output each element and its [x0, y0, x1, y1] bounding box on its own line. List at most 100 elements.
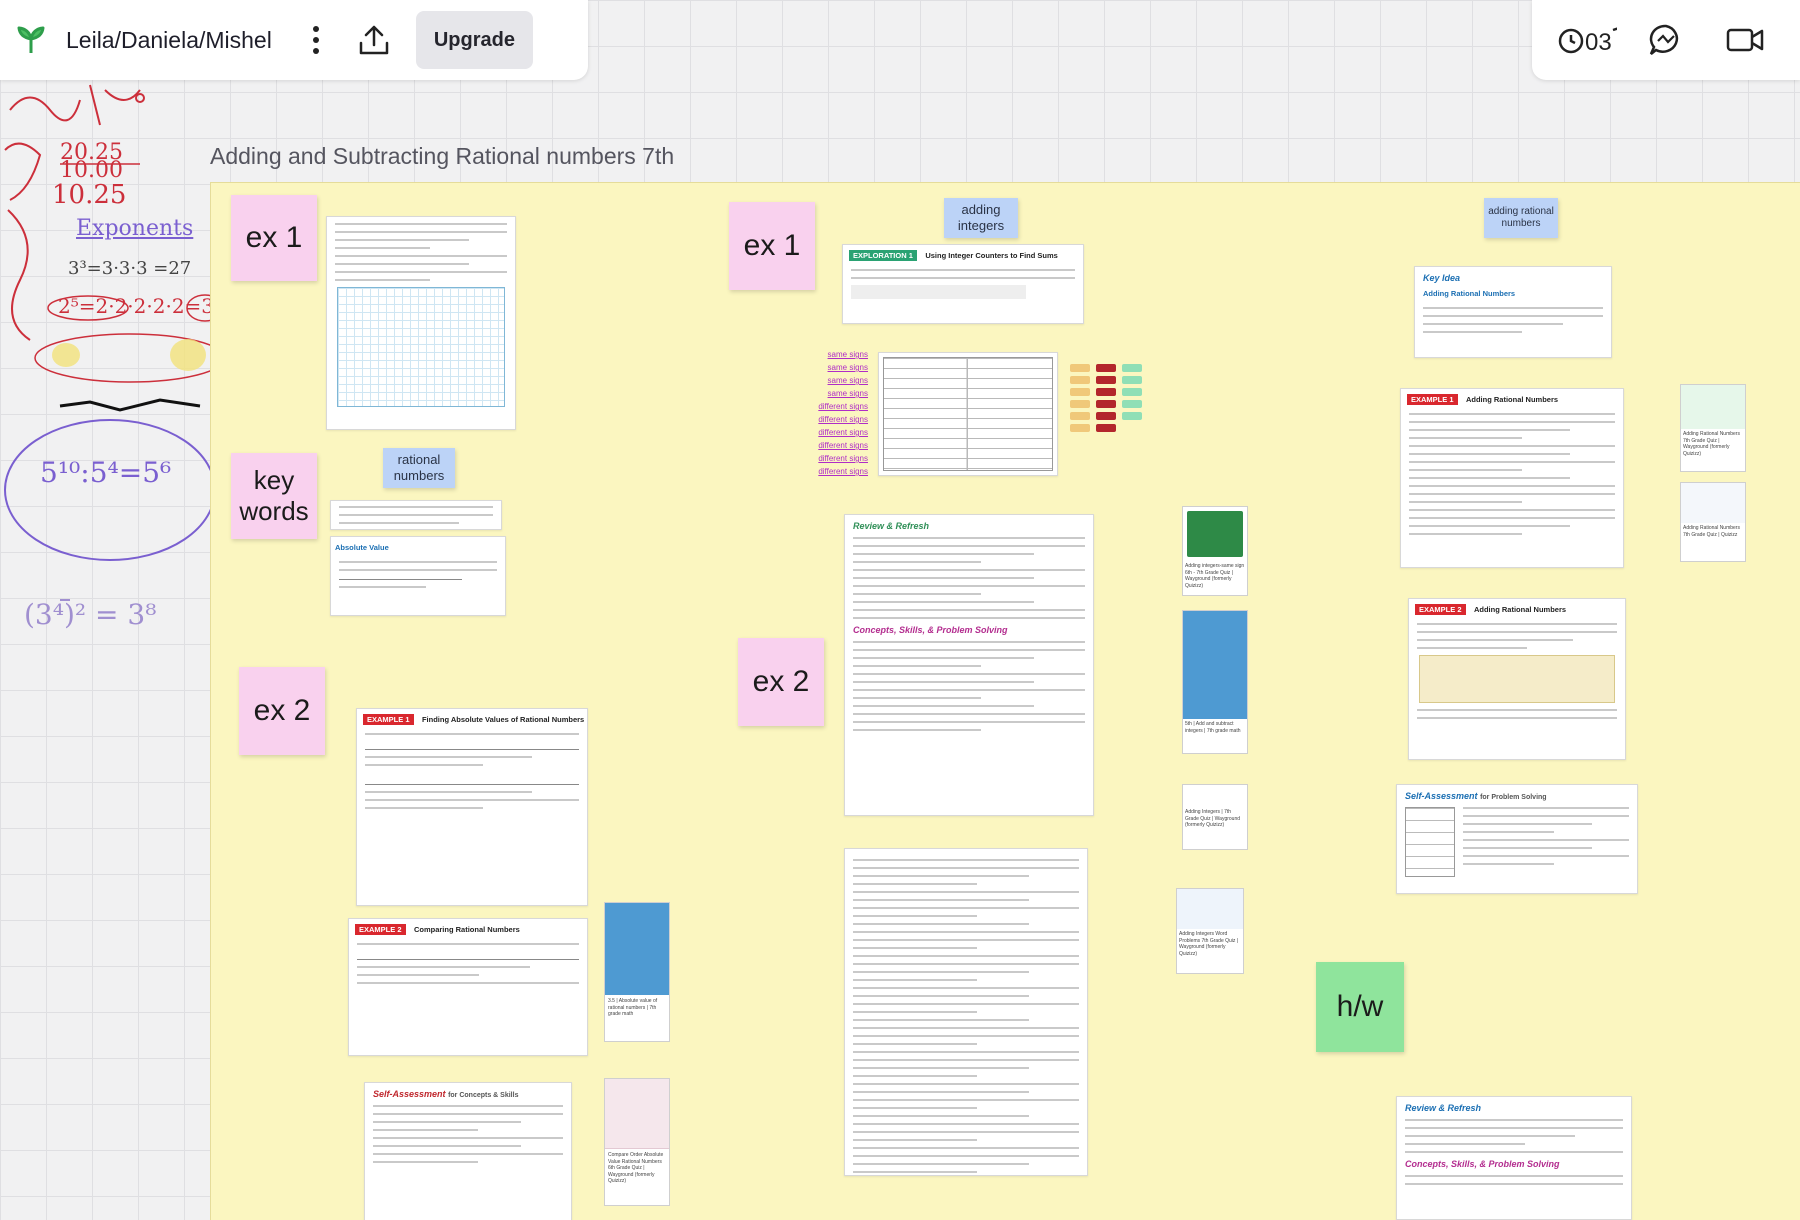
video-thumb-abs-value[interactable]: 3.5 | Absolute value of rational numbers… [604, 902, 670, 1042]
timer-button[interactable]: 03 [1557, 10, 1618, 70]
worksheet-example1-absolute[interactable]: EXAMPLE 1 Finding Absolute Values of Rat… [356, 708, 588, 906]
example2-compare-badge: EXAMPLE 2 [355, 924, 406, 935]
worksheet-review-refresh-right[interactable]: Review & Refresh Concepts, Skills, & Pro… [1396, 1096, 1632, 1220]
worksheet-example1-add[interactable]: EXAMPLE 1 Adding Rational Numbers [1400, 388, 1624, 568]
handwriting-eq1: 3³=3·3·3 =27 [68, 258, 192, 279]
video-thumb-add-sub[interactable]: 5th | Add and subtract integers | 7th gr… [1182, 610, 1248, 754]
handwriting-eq2: 2⁵=2·2·2·2·2=32 [58, 294, 227, 318]
handwriting-number-3: 10.25 [52, 180, 127, 210]
video-caption: 3.5 | Absolute value of rational numbers… [608, 998, 658, 1017]
quiz-caption: Adding integers-same sign 6th - 7th Grad… [1185, 563, 1245, 589]
app-logo-icon[interactable] [14, 23, 48, 57]
quiz-thumb-integers[interactable]: Adding integers-same sign 6th - 7th Grad… [1182, 506, 1248, 596]
absolute-value-title: Absolute Value [335, 543, 389, 552]
board-name[interactable]: Leila/Daniela/Mishel [66, 27, 272, 54]
self-assessment-right-title: Self-Assessment for Problem Solving [1405, 791, 1547, 801]
more-menu-button[interactable] [294, 18, 338, 62]
example1-add-title: Adding Rational Numbers [1465, 395, 1559, 404]
export-button[interactable] [352, 18, 396, 62]
sticky-ex1-mid[interactable]: ex 1 [729, 202, 815, 290]
svg-text:03: 03 [1585, 29, 1612, 56]
exploration1-title: Using Integer Counters to Find Sums [925, 251, 1058, 260]
sign-label: different signs [818, 454, 868, 463]
more-vertical-icon [312, 26, 319, 54]
key-idea-subtitle: Adding Rational Numbers [1423, 289, 1516, 298]
sign-label: same signs [827, 363, 868, 372]
sign-label: same signs [827, 376, 868, 385]
sign-label: same signs [827, 389, 868, 398]
sign-label: different signs [818, 415, 868, 424]
integers-thumbnail-image [1187, 511, 1243, 557]
worksheet-exploration1[interactable]: EXPLORATION 1 Using Integer Counters to … [842, 244, 1084, 324]
video-thumbnail-image [1183, 611, 1247, 719]
review-refresh-right-title: Review & Refresh [1405, 1103, 1482, 1113]
sticky-adding-rational-numbers[interactable]: adding rational numbers [1484, 198, 1558, 238]
video-camera-icon [1726, 28, 1763, 52]
sign-label: different signs [818, 402, 868, 411]
quiz-thumb-word-problems[interactable]: Adding Integers Word Problems 7th Grade … [1176, 888, 1244, 974]
timer-icon: 03 [1559, 27, 1618, 56]
sticky-rational-numbers[interactable]: rational numbers [383, 448, 455, 488]
review-refresh-mid-title: Review & Refresh [853, 521, 930, 531]
worksheet-review-refresh-mid[interactable]: Review & Refresh Concepts, Skills, & Pro… [844, 514, 1094, 816]
worksheet-self-assessment-right[interactable]: Self-Assessment for Problem Solving [1396, 784, 1638, 894]
example1-add-badge: EXAMPLE 1 [1407, 394, 1458, 405]
sign-label: different signs [818, 467, 868, 476]
quiz-caption: Adding Integers | 7th Grade Quiz | Waygr… [1185, 809, 1241, 828]
worksheet-adding-integers-exercises[interactable] [844, 848, 1088, 1176]
key-idea-title: Key Idea [1423, 273, 1461, 283]
frame-title[interactable]: Adding and Subtracting Rational numbers … [210, 143, 674, 170]
quiz-thumb-order[interactable]: Compare Order Absolute Value Rational Nu… [604, 1078, 670, 1206]
quiz-thumbnail-image [605, 1079, 669, 1149]
example2-add-badge: EXAMPLE 2 [1415, 604, 1466, 615]
worksheet-self-assessment-left[interactable]: Self-Assessment for Concepts & Skills [364, 1082, 572, 1220]
worksheet-sum-table[interactable] [878, 352, 1058, 476]
quiz-caption: Compare Order Absolute Value Rational Nu… [608, 1152, 664, 1184]
exploration1-badge: EXPLORATION 1 [849, 250, 917, 261]
sign-label: same signs [827, 350, 868, 359]
sticky-ex2-mid[interactable]: ex 2 [738, 638, 824, 726]
worksheet-coordinate-plane[interactable] [326, 216, 516, 430]
quiz-thumbnail-image [1177, 889, 1243, 929]
sign-label: different signs [818, 441, 868, 450]
sticky-ex2-left[interactable]: ex 2 [239, 667, 325, 755]
quiz-thumb-adding-rational-2[interactable]: Adding Rational Numbers 7th Grade Quiz |… [1680, 482, 1746, 562]
worksheet-example2-add[interactable]: EXAMPLE 2 Adding Rational Numbers [1408, 598, 1626, 760]
sticky-homework[interactable]: h/w [1316, 962, 1404, 1052]
video-thumbnail-image [605, 903, 669, 995]
chat-bubble-icon [1649, 24, 1679, 55]
worksheet-key-idea[interactable]: Key Idea Adding Rational Numbers [1414, 266, 1612, 358]
quiz-thumb-adding-rational[interactable]: Adding Rational Numbers 7th Grade Quiz |… [1680, 384, 1746, 472]
worksheet-example2-compare[interactable]: EXAMPLE 2 Comparing Rational Numbers [348, 918, 588, 1056]
worksheet-rational-definition[interactable] [330, 500, 502, 530]
quiz-caption: Adding Rational Numbers 7th Grade Quiz |… [1683, 431, 1740, 457]
sticky-adding-integers[interactable]: adding integers [944, 198, 1018, 238]
sign-labels-list: same signs same signs same signs same si… [812, 348, 868, 478]
concepts-skills-right-title: Concepts, Skills, & Problem Solving [1405, 1159, 1560, 1169]
comments-button[interactable] [1636, 10, 1696, 70]
video-call-button[interactable] [1715, 10, 1775, 70]
video-caption: 5th | Add and subtract integers | 7th gr… [1185, 721, 1241, 734]
sticky-ex1-left[interactable]: ex 1 [231, 195, 317, 281]
sign-answer-pills [1070, 360, 1142, 436]
sum-table-grid [883, 357, 1053, 471]
sticky-key-words[interactable]: key words [231, 453, 317, 539]
quiz-caption: Adding Rational Numbers 7th Grade Quiz |… [1683, 525, 1740, 538]
concepts-skills-mid-title: Concepts, Skills, & Problem Solving [853, 625, 1008, 635]
handwriting-area[interactable]: 20.25 10.00 10.25 Exponents 3³=3·3·3 =27… [0, 80, 240, 720]
problem-table [1405, 807, 1455, 877]
worksheet-absolute-value[interactable]: Absolute Value [330, 536, 506, 616]
quiz-thumbnail-image [1681, 385, 1745, 429]
example1-abs-badge: EXAMPLE 1 [363, 714, 414, 725]
handwriting-exponents: Exponents [76, 216, 194, 241]
handwriting-eq4: (3⁴)² = 3⁸ [24, 598, 157, 631]
example2-add-title: Adding Rational Numbers [1473, 605, 1567, 614]
number-line-graphic [1419, 655, 1615, 703]
top-right-toolbar: 03 [1532, 0, 1800, 80]
upgrade-button[interactable]: Upgrade [415, 11, 533, 69]
quiz-thumbnail-image [1681, 483, 1745, 523]
top-left-toolbar: Leila/Daniela/Mishel Upgrade [0, 0, 588, 80]
quiz-thumb-adding7[interactable]: Adding Integers | 7th Grade Quiz | Waygr… [1182, 784, 1248, 850]
example1-abs-title: Finding Absolute Values of Rational Numb… [421, 715, 585, 724]
sign-label: different signs [818, 428, 868, 437]
